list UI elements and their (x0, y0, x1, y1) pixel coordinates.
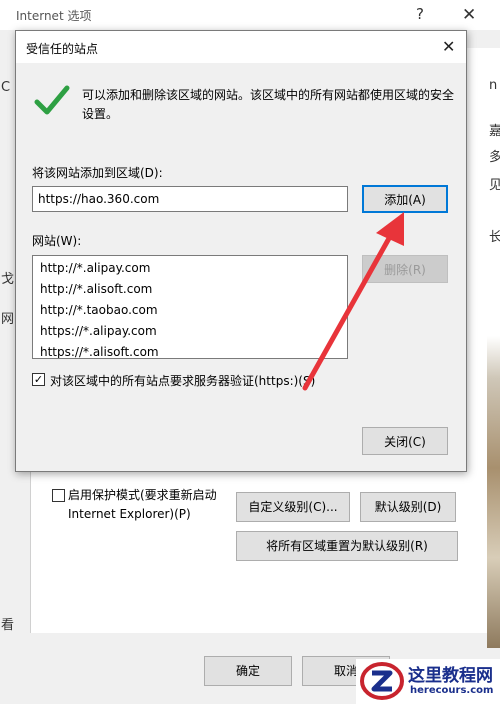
right-edge-char: n (489, 78, 498, 93)
list-item[interactable]: http://*.alipay.com (40, 261, 150, 275)
dialog-title: 受信任的站点 (26, 42, 99, 56)
site-list-scrollbar[interactable]: ▲ ▼ (347, 256, 348, 358)
outer-window-title: Internet 选项 (16, 9, 92, 23)
zone-info-text: 可以添加和删除该区域的网站。该区域中的所有网站都使用区域的安全设置。 (82, 88, 455, 121)
protected-mode-checkbox[interactable] (52, 489, 65, 502)
watermark-title: 这里教程网 (408, 666, 493, 686)
list-item[interactable]: http://*.taobao.com (40, 303, 158, 317)
ok-button[interactable]: 确定 (204, 656, 292, 686)
custom-level-button[interactable]: 自定义级别(C)... (236, 492, 350, 522)
sites-label: 网站(W): (32, 234, 82, 248)
list-item[interactable]: https://*.alisoft.com (40, 345, 159, 358)
add-button[interactable]: 添加(A) (362, 185, 448, 213)
left-edge-char: 看 (1, 618, 15, 633)
remove-button[interactable]: 删除(R) (362, 255, 448, 283)
protected-mode-label-line2: Internet Explorer)(P) (68, 507, 191, 521)
right-edge-char: 长 (489, 230, 500, 245)
watermark-logo-icon (360, 662, 404, 700)
site-list[interactable]: http://*.alipay.com http://*.alisoft.com… (32, 255, 348, 359)
list-item[interactable]: https://*.alipay.com (40, 324, 157, 338)
checkmark-icon (34, 85, 70, 115)
require-https-checkbox[interactable]: ✓ (32, 373, 45, 386)
trusted-sites-dialog: 受信任的站点 ✕ 可以添加和删除该区域的网站。该区域中的所有网站都使用区域的安全… (15, 30, 467, 472)
default-level-button[interactable]: 默认级别(D) (360, 492, 456, 522)
protected-mode-label: 启用保护模式(要求重新启动 Internet Explorer)(P) (68, 486, 217, 524)
watermark-domain: herecours.com (410, 685, 494, 696)
left-edge-char: C (1, 80, 11, 95)
protected-mode-label-line1: 启用保护模式(要求重新启动 (68, 488, 217, 502)
right-edge-char: 多 (489, 150, 500, 165)
left-edge-char: 戈 (1, 272, 15, 287)
add-site-label: 将该网站添加到区域(D): (32, 166, 163, 180)
site-url-input[interactable] (32, 186, 348, 212)
reset-all-zones-button[interactable]: 将所有区域重置为默认级别(R) (236, 531, 458, 561)
close-icon[interactable]: ✕ (462, 5, 476, 25)
right-edge-char: 嘉 (489, 124, 500, 139)
outer-titlebar: Internet 选项 ? ✕ (0, 0, 500, 30)
help-icon[interactable]: ? (416, 5, 424, 23)
dialog-titlebar: 受信任的站点 ✕ (16, 31, 466, 63)
list-item[interactable]: http://*.alisoft.com (40, 282, 152, 296)
require-https-label: 对该区域中的所有站点要求服务器验证(https:)(S) (50, 374, 316, 388)
close-button[interactable]: 关闭(C) (362, 427, 448, 455)
dialog-close-icon[interactable]: ✕ (442, 37, 455, 56)
watermark: 这里教程网 herecours.com (356, 659, 500, 704)
right-edge-char: 见 (489, 178, 500, 193)
left-edge-char: 网 (1, 312, 15, 327)
